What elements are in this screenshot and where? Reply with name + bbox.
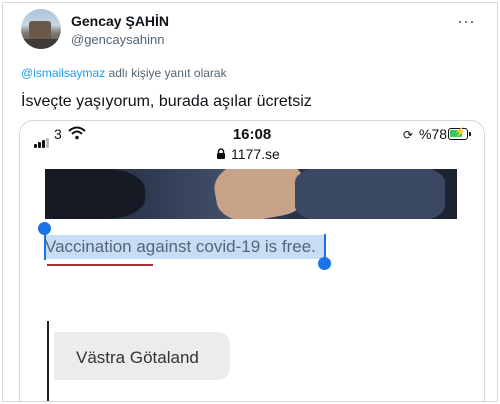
avatar-building [29, 21, 51, 41]
avatar[interactable] [21, 9, 61, 49]
battery-nub [469, 132, 471, 136]
reply-suffix: adlı kişiye yanıt olarak [105, 66, 227, 80]
author-name[interactable]: Gencay ŞAHİN [71, 13, 169, 29]
more-options-icon[interactable]: ··· [457, 11, 475, 32]
avatar-ground [21, 39, 61, 49]
content-divider [47, 321, 49, 401]
status-time: 16:08 [232, 126, 272, 143]
battery-icon: ⚡ [448, 127, 471, 140]
rotation-lock-icon: ⟳ [403, 128, 414, 142]
selected-article-text[interactable]: Vaccination against covid-19 is free. [45, 237, 316, 257]
author-handle[interactable]: @gencaysahinn [71, 32, 164, 47]
address-bar-url[interactable]: 1177.se [231, 146, 280, 162]
article-hero-image [45, 169, 457, 219]
phone-status-bar: 3 16:08 1177.se ⟳ %78 ⚡ [20, 121, 484, 162]
selection-start-caret [44, 229, 46, 260]
selection-end-handle[interactable] [318, 257, 331, 270]
reply-mention-link[interactable]: @ismailsaymaz [21, 66, 105, 80]
lock-icon [217, 148, 225, 159]
reply-context: @ismailsaymaz adlı kişiye yanıt olarak [21, 66, 227, 80]
region-button-label: Västra Götaland [76, 348, 199, 367]
charging-bolt-icon: ⚡ [454, 127, 467, 138]
spellcheck-underline [47, 264, 153, 266]
tweet-media-screenshot[interactable]: 3 16:08 1177.se ⟳ %78 ⚡ Vaccination agai… [19, 120, 485, 401]
tweet-text: İsveçte yaşıyorum, burada aşılar ücretsi… [21, 93, 312, 110]
battery-percentage: %78 [419, 126, 448, 142]
tweet-card: Gencay ŞAHİN @gencaysahinn ··· @ismailsa… [2, 2, 498, 402]
